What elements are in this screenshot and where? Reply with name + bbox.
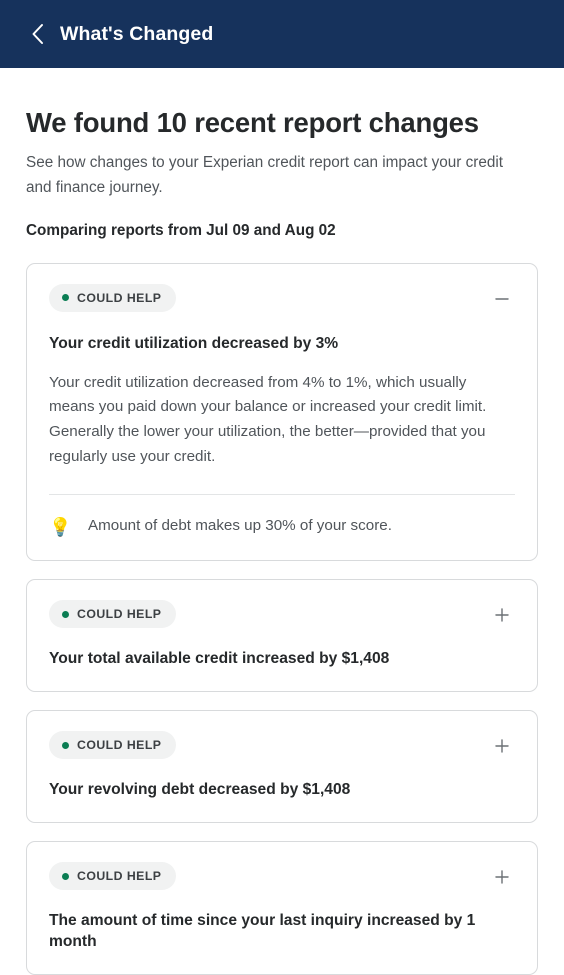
status-badge-label: COULD HELP: [77, 738, 162, 753]
collapse-toggle-button[interactable]: [489, 286, 515, 312]
status-badge-label: COULD HELP: [77, 290, 162, 305]
plus-icon: [493, 868, 511, 886]
app-header: What's Changed: [0, 0, 564, 68]
status-badge: COULD HELP: [49, 862, 177, 891]
expand-toggle-button[interactable]: [489, 733, 515, 759]
card-header: COULD HELP: [49, 731, 515, 760]
back-button[interactable]: [22, 19, 52, 49]
card-heading: Your credit utilization decreased by 3%: [49, 334, 339, 352]
status-dot-green-icon: [62, 741, 69, 749]
change-card[interactable]: COULD HELP The amount of time since your…: [26, 841, 538, 975]
card-body-text: Your credit utilization decreased from 4…: [49, 373, 487, 465]
plus-icon: [493, 606, 511, 624]
page-content: We found 10 recent report changes See ho…: [0, 107, 564, 975]
status-badge-label: COULD HELP: [77, 607, 162, 622]
card-heading: Your revolving debt decreased by $1,408: [49, 781, 351, 799]
page-title-header: What's Changed: [60, 22, 214, 45]
lightbulb-icon: 💡: [49, 516, 72, 537]
comparison-dates: Comparing reports from Jul 09 and Aug 02: [26, 221, 336, 239]
tip-text: Amount of debt makes up 30% of your scor…: [88, 517, 392, 535]
change-card-list: COULD HELP Your credit utilization decre…: [26, 262, 538, 975]
status-badge: COULD HELP: [49, 283, 177, 312]
status-dot-green-icon: [62, 872, 69, 880]
card-divider: [49, 494, 515, 496]
page-subtitle: See how changes to your Experian credit …: [26, 154, 503, 196]
change-card[interactable]: COULD HELP Your credit utilization decre…: [26, 262, 538, 562]
status-badge-label: COULD HELP: [77, 869, 162, 884]
page-title: We found 10 recent report changes: [26, 107, 479, 138]
chevron-left-icon: [30, 23, 45, 45]
status-badge: COULD HELP: [49, 731, 177, 760]
expand-toggle-button[interactable]: [489, 864, 515, 890]
plus-icon: [493, 737, 511, 755]
change-card[interactable]: COULD HELP Your revolving debt decreased…: [26, 710, 538, 824]
card-header: COULD HELP: [49, 600, 515, 629]
expand-toggle-button[interactable]: [489, 602, 515, 628]
status-dot-green-icon: [62, 294, 69, 302]
card-heading: The amount of time since your last inqui…: [49, 912, 476, 951]
card-header: COULD HELP: [49, 862, 515, 891]
status-badge: COULD HELP: [49, 600, 177, 629]
change-card[interactable]: COULD HELP Your total available credit i…: [26, 579, 538, 693]
tip-row: 💡 Amount of debt makes up 30% of your sc…: [49, 515, 515, 538]
minus-icon: [493, 290, 511, 308]
card-header: COULD HELP: [49, 283, 515, 312]
status-dot-green-icon: [62, 610, 69, 618]
card-heading: Your total available credit increased by…: [49, 650, 390, 668]
